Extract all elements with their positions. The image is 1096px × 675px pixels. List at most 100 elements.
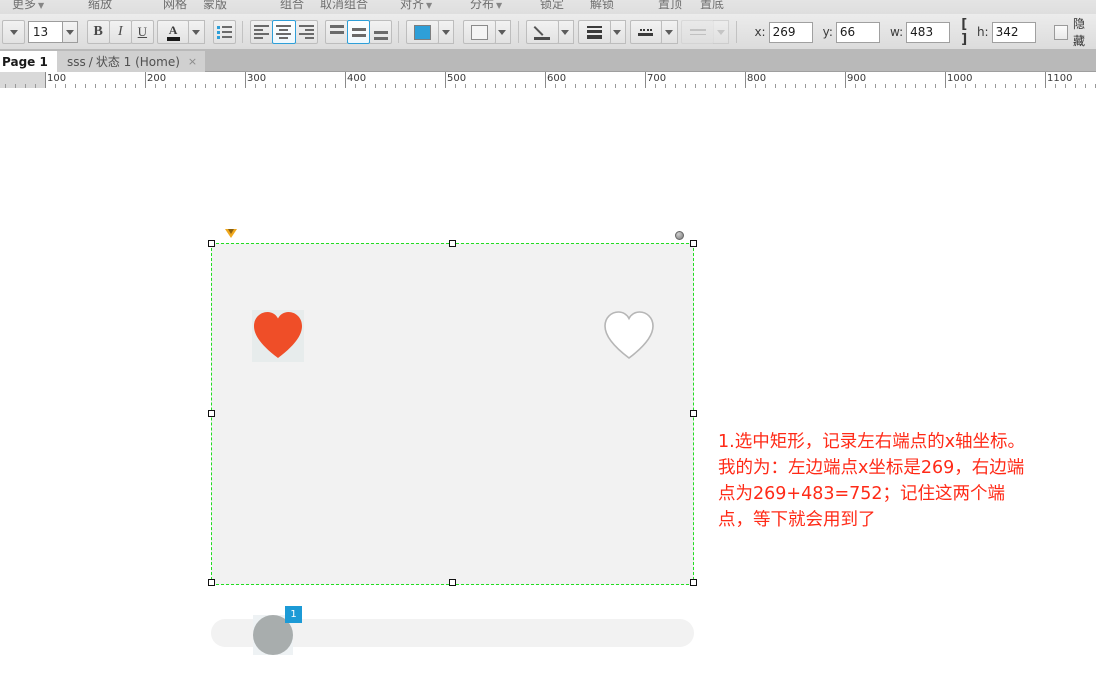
resize-handle-ne[interactable] bbox=[690, 240, 697, 247]
chevron-down-icon bbox=[664, 29, 673, 35]
chevron-down-icon bbox=[441, 29, 450, 35]
chevron-down-icon bbox=[716, 29, 725, 35]
top-toolbar-item-label: 置底 bbox=[700, 0, 725, 11]
rotation-handle[interactable] bbox=[675, 231, 684, 240]
align-left-button[interactable] bbox=[250, 20, 274, 44]
line-style-button[interactable] bbox=[629, 20, 663, 44]
bullet-list-icon bbox=[217, 25, 233, 39]
arrow-style-button[interactable] bbox=[681, 20, 715, 44]
ruler-label: 700 bbox=[647, 73, 667, 84]
fill-color-swatch-icon bbox=[414, 24, 432, 40]
font-color-icon: A bbox=[166, 24, 180, 41]
top-toolbar-item[interactable]: 置顶 bbox=[658, 0, 682, 12]
resize-handle-s[interactable] bbox=[449, 579, 456, 586]
top-toolbar-item[interactable]: 缩放 bbox=[88, 0, 112, 12]
line-weight-dropdown[interactable] bbox=[609, 20, 626, 44]
format-toolbar: 13 B I U A x: 269 y: 66 w: 483 [] h: 34… bbox=[0, 14, 1096, 50]
align-right-button[interactable] bbox=[294, 20, 318, 44]
annotation-line: 点为269+483=752；记住这两个端 bbox=[718, 484, 1006, 504]
tab-sss-state-1[interactable]: sss / 状态 1 (Home) × bbox=[57, 51, 206, 72]
align-center-icon bbox=[276, 25, 292, 39]
top-toolbar-item[interactable]: 置底 bbox=[700, 0, 724, 12]
top-toolbar-item-label: 蒙版 bbox=[203, 0, 228, 11]
line-color-button[interactable] bbox=[526, 20, 559, 44]
close-icon[interactable]: × bbox=[188, 55, 197, 68]
font-size-input[interactable]: 13 bbox=[27, 21, 63, 43]
h-input[interactable]: 342 bbox=[991, 21, 1036, 43]
top-toolbar-item-label: 分布 bbox=[470, 0, 495, 11]
design-canvas[interactable]: 1 1.选中矩形，记录左右端点的x轴坐标。 我的为：左边端点x坐标是269，右边端… bbox=[0, 88, 1096, 675]
italic-button[interactable]: I bbox=[108, 20, 132, 44]
hide-checkbox[interactable] bbox=[1053, 24, 1069, 40]
align-left-icon bbox=[254, 25, 270, 39]
font-color-button[interactable]: A bbox=[156, 20, 190, 44]
divider bbox=[518, 21, 519, 43]
top-toolbar-item[interactable]: 组合 bbox=[280, 0, 304, 12]
top-toolbar-item[interactable]: 解锁 bbox=[590, 0, 614, 12]
valign-bottom-button[interactable] bbox=[369, 20, 393, 44]
resize-handle-e[interactable] bbox=[690, 410, 697, 417]
fill-color-dropdown[interactable] bbox=[438, 20, 455, 44]
rectangle-widget[interactable] bbox=[211, 243, 694, 585]
heart-outline-widget[interactable] bbox=[603, 310, 655, 362]
y-input[interactable]: 66 bbox=[835, 21, 880, 43]
top-toolbar-item-label: 组合 bbox=[280, 0, 305, 11]
ruler-label: 200 bbox=[147, 73, 167, 84]
top-toolbar-item-label: 网格 bbox=[163, 0, 188, 11]
resize-handle-n[interactable] bbox=[449, 240, 456, 247]
top-toolbar-item[interactable]: 对齐 ▼ bbox=[400, 0, 432, 12]
divider bbox=[398, 21, 400, 43]
bold-button[interactable]: B bbox=[86, 20, 110, 44]
valign-top-button[interactable] bbox=[325, 20, 349, 44]
axure-editor-window: 更多 ▼ 缩放 网格 蒙版 组合 取消组合 对齐 ▼ 分布 ▼ 锁定 解锁 置顶 置底 13 B I U bbox=[0, 0, 1096, 675]
valign-middle-icon bbox=[351, 25, 366, 40]
top-toolbar-item-label: 对齐 bbox=[400, 0, 425, 11]
top-toolbar-item[interactable]: 蒙版 bbox=[203, 0, 227, 12]
ruler-label: 1000 bbox=[947, 73, 973, 84]
resize-handle-nw[interactable] bbox=[208, 240, 215, 247]
arrow-style-dropdown[interactable] bbox=[713, 20, 730, 44]
aspect-lock-icon[interactable]: [ ] bbox=[961, 17, 974, 47]
ruler-label: 1100 bbox=[1047, 73, 1073, 84]
resize-handle-sw[interactable] bbox=[208, 579, 215, 586]
page-tab-bar: Page 1 × sss / 状态 1 (Home) × bbox=[0, 50, 1096, 72]
top-toolbar-item-label: 缩放 bbox=[88, 0, 113, 11]
top-toolbar-item[interactable]: 网格 bbox=[163, 0, 187, 12]
shadow-button[interactable] bbox=[463, 20, 496, 44]
coordinate-fields: x: 269 y: 66 w: 483 [ ] h: 342 bbox=[748, 17, 1036, 47]
slider-badge: 1 bbox=[285, 606, 302, 623]
resize-handle-w[interactable] bbox=[208, 410, 215, 417]
bullet-list-button[interactable] bbox=[213, 20, 237, 44]
horizontal-ruler[interactable]: 100 200 300 400 500 600 700 800 900 1000 1100 bbox=[0, 72, 1096, 89]
top-toolbar-item[interactable]: 锁定 bbox=[540, 0, 564, 12]
ruler-corner bbox=[0, 72, 45, 88]
resize-handle-se[interactable] bbox=[690, 579, 697, 586]
w-input[interactable]: 483 bbox=[906, 21, 951, 43]
line-weight-button[interactable] bbox=[577, 20, 611, 44]
top-toolbar-item[interactable]: 取消组合 bbox=[320, 0, 368, 12]
align-center-button[interactable] bbox=[272, 20, 296, 44]
ruler-label: 400 bbox=[347, 73, 367, 84]
line-style-dropdown[interactable] bbox=[661, 20, 678, 44]
hide-label: 隐藏 bbox=[1073, 17, 1086, 48]
annotation-line: 1.选中矩形，记录左右端点的x轴坐标。 bbox=[718, 432, 1026, 452]
tab-separator: / bbox=[88, 54, 93, 69]
heart-filled-widget[interactable] bbox=[252, 310, 304, 362]
divider bbox=[242, 21, 244, 43]
hide-toggle[interactable]: 隐藏 bbox=[1053, 15, 1096, 49]
fill-color-button[interactable] bbox=[406, 20, 440, 44]
ruler-label: 900 bbox=[847, 73, 867, 84]
top-toolbar-item-label: 取消组合 bbox=[320, 0, 369, 11]
chevron-down-icon bbox=[613, 29, 622, 35]
shadow-dropdown[interactable] bbox=[494, 20, 512, 44]
font-color-dropdown[interactable] bbox=[188, 20, 205, 44]
underline-button[interactable]: U bbox=[130, 20, 154, 44]
top-toolbar-item[interactable]: 分布 ▼ bbox=[470, 0, 502, 12]
valign-middle-button[interactable] bbox=[347, 20, 371, 44]
font-size-dropdown[interactable] bbox=[62, 21, 79, 43]
line-color-dropdown[interactable] bbox=[557, 20, 574, 44]
w-label: w: bbox=[889, 25, 904, 39]
x-input[interactable]: 269 bbox=[768, 21, 813, 43]
font-family-dropdown[interactable] bbox=[2, 20, 26, 44]
top-toolbar-item[interactable]: 更多 ▼ bbox=[12, 0, 44, 12]
